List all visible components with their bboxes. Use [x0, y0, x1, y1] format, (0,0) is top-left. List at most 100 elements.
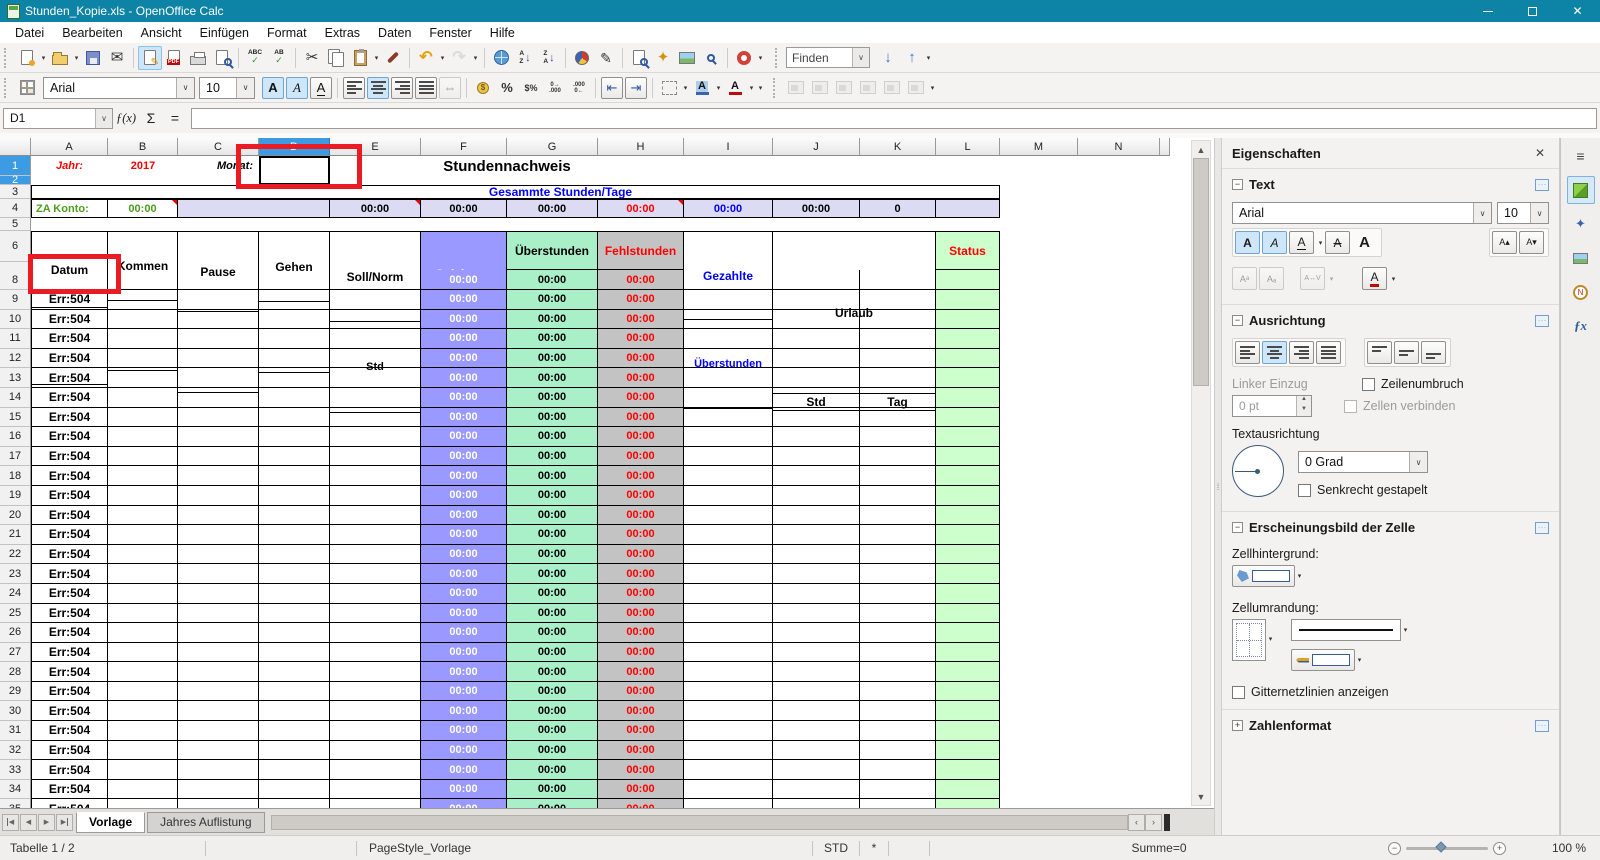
- row-header-35[interactable]: 35: [0, 799, 31, 808]
- cell-J29[interactable]: [773, 682, 860, 702]
- cell-C32[interactable]: [178, 741, 259, 761]
- cell-F15[interactable]: 00:00: [421, 408, 507, 428]
- cell-K33[interactable]: [860, 760, 936, 780]
- spacing-dropdown[interactable]: ▾: [1327, 275, 1336, 283]
- cell-E12[interactable]: [330, 349, 421, 369]
- menu-bearbeiten[interactable]: Bearbeiten: [53, 24, 131, 42]
- empty-cells[interactable]: [1000, 623, 1190, 643]
- collapse-text-section[interactable]: −: [1232, 179, 1243, 190]
- scroll-down-button[interactable]: ▼: [1192, 788, 1210, 805]
- menu-hilfe[interactable]: Hilfe: [481, 24, 524, 42]
- empty-cells[interactable]: [1000, 760, 1190, 780]
- cell-H15[interactable]: 00:00: [598, 408, 684, 428]
- gallery-tab[interactable]: [1567, 244, 1595, 272]
- spellcheck-button[interactable]: ABC✓: [243, 46, 267, 70]
- row-header-20[interactable]: 20: [0, 506, 31, 526]
- bold-button[interactable]: A: [262, 77, 284, 99]
- cell-J32[interactable]: [773, 741, 860, 761]
- sort-descending-button[interactable]: ZA↓: [537, 46, 561, 70]
- cell-D28[interactable]: [259, 662, 330, 682]
- row-header-12[interactable]: 12: [0, 349, 31, 369]
- cell-D22[interactable]: [259, 545, 330, 565]
- find-replace-button[interactable]: [627, 46, 651, 70]
- column-header-partial[interactable]: [1160, 138, 1170, 156]
- cell-L28[interactable]: [936, 662, 1000, 682]
- cell-I17[interactable]: [684, 447, 773, 467]
- styles-button[interactable]: [15, 76, 39, 100]
- cell-H18[interactable]: 00:00: [598, 466, 684, 486]
- cell-background-button[interactable]: [1232, 565, 1295, 587]
- cell-D8[interactable]: [259, 270, 330, 290]
- align-vcenter-button[interactable]: [1394, 341, 1419, 364]
- cell-B33[interactable]: [108, 760, 178, 780]
- column-header-N[interactable]: N: [1078, 138, 1160, 156]
- page-style[interactable]: PageStyle_Vorlage: [357, 836, 812, 860]
- cell-D30[interactable]: [259, 701, 330, 721]
- cell-I14[interactable]: [684, 388, 773, 408]
- font-size-combo[interactable]: 10 ∨: [199, 77, 255, 99]
- hyperlink-button[interactable]: [489, 46, 513, 70]
- add-decimal-button[interactable]: 0→.000: [543, 76, 567, 100]
- cell-C16[interactable]: [178, 427, 259, 447]
- cell-L25[interactable]: [936, 604, 1000, 624]
- cell-E18[interactable]: [330, 466, 421, 486]
- cell-A21[interactable]: Err:504: [31, 525, 108, 545]
- empty-cells[interactable]: [31, 218, 1190, 231]
- empty-cells[interactable]: [1000, 368, 1190, 388]
- cell-D34[interactable]: [259, 780, 330, 800]
- sidebar-font-color-button[interactable]: A: [1362, 267, 1387, 290]
- cell-D11[interactable]: [259, 329, 330, 349]
- format-paintbrush-button[interactable]: [381, 46, 405, 70]
- format-currency-button[interactable]: $: [471, 76, 495, 100]
- cell-I18[interactable]: [684, 466, 773, 486]
- sidebar-shadow-button[interactable]: A: [1352, 231, 1377, 254]
- cell-E23[interactable]: [330, 564, 421, 584]
- cell-I16[interactable]: [684, 427, 773, 447]
- cell-C17[interactable]: [178, 447, 259, 467]
- row-header-11[interactable]: 11: [0, 329, 31, 349]
- cell-D10[interactable]: [259, 310, 330, 330]
- zoom-thumb[interactable]: [1435, 841, 1446, 852]
- cell-H14[interactable]: 00:00: [598, 388, 684, 408]
- header-status[interactable]: Status: [936, 231, 1000, 270]
- cell-H4[interactable]: 00:00: [598, 199, 684, 218]
- sidebar-splitter[interactable]: ⁞: [1214, 138, 1222, 835]
- cell-C31[interactable]: [178, 721, 259, 741]
- cell-F33[interactable]: 00:00: [421, 760, 507, 780]
- window-split-handle[interactable]: [1164, 814, 1170, 831]
- cell-J34[interactable]: [773, 780, 860, 800]
- menu-einfuegen[interactable]: Einfügen: [191, 24, 258, 42]
- cell-B10[interactable]: [108, 310, 178, 330]
- align-object-right-button[interactable]: [832, 76, 856, 100]
- cell-K32[interactable]: [860, 741, 936, 761]
- cell-H24[interactable]: 00:00: [598, 584, 684, 604]
- cell-J19[interactable]: [773, 486, 860, 506]
- cell-J25[interactable]: [773, 604, 860, 624]
- column-header-K[interactable]: K: [860, 138, 936, 156]
- cell-D17[interactable]: [259, 447, 330, 467]
- column-header-L[interactable]: L: [936, 138, 1000, 156]
- cell-J9[interactable]: [773, 290, 860, 310]
- borders-dropdown[interactable]: ▾: [681, 84, 690, 92]
- sidebar-underline-button[interactable]: A: [1289, 231, 1314, 254]
- cell-H17[interactable]: 00:00: [598, 447, 684, 467]
- cell-B34[interactable]: [108, 780, 178, 800]
- cell-L30[interactable]: [936, 701, 1000, 721]
- cell-J12[interactable]: [773, 349, 860, 369]
- cut-button[interactable]: ✂: [300, 46, 324, 70]
- cell-D29[interactable]: [259, 682, 330, 702]
- vertical-scroll-thumb[interactable]: [1193, 158, 1209, 386]
- cell-G10[interactable]: 00:00: [507, 310, 598, 330]
- menu-format[interactable]: Format: [258, 24, 316, 42]
- cell-B26[interactable]: [108, 623, 178, 643]
- row-header-19[interactable]: 19: [0, 486, 31, 506]
- row-header-21[interactable]: 21: [0, 525, 31, 545]
- cell-E32[interactable]: [330, 741, 421, 761]
- cell-J15[interactable]: [773, 408, 860, 428]
- cell-I8[interactable]: [684, 270, 773, 290]
- cell-H35[interactable]: 00:00: [598, 799, 684, 808]
- cell-B25[interactable]: [108, 604, 178, 624]
- cell-H26[interactable]: 00:00: [598, 623, 684, 643]
- menu-daten[interactable]: Daten: [369, 24, 420, 42]
- decrease-indent-button[interactable]: ⇤: [601, 77, 623, 99]
